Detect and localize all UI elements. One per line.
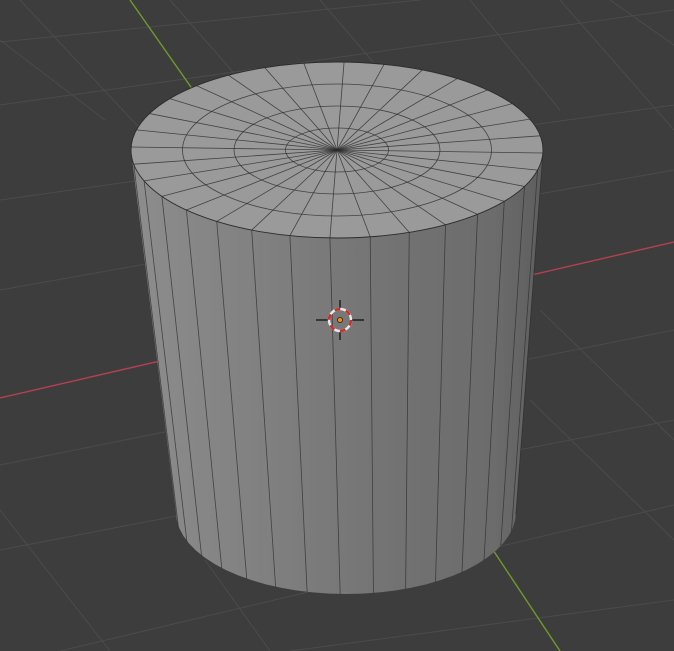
grid-line bbox=[319, 0, 381, 71]
3d-viewport[interactable] bbox=[0, 0, 674, 651]
grid-line bbox=[539, 309, 674, 441]
grid-line bbox=[0, 39, 106, 121]
grid-line bbox=[169, 0, 241, 81]
grid-line bbox=[559, 0, 674, 131]
grid-line bbox=[289, 599, 674, 651]
grid-line bbox=[609, 0, 674, 46]
grid-line bbox=[529, 399, 674, 541]
object-origin-dot bbox=[337, 317, 343, 323]
cylinder-mesh[interactable] bbox=[130, 61, 544, 594]
grid-line bbox=[0, 0, 421, 43]
viewport-canvas[interactable] bbox=[0, 0, 674, 651]
grid-line bbox=[0, 509, 111, 651]
